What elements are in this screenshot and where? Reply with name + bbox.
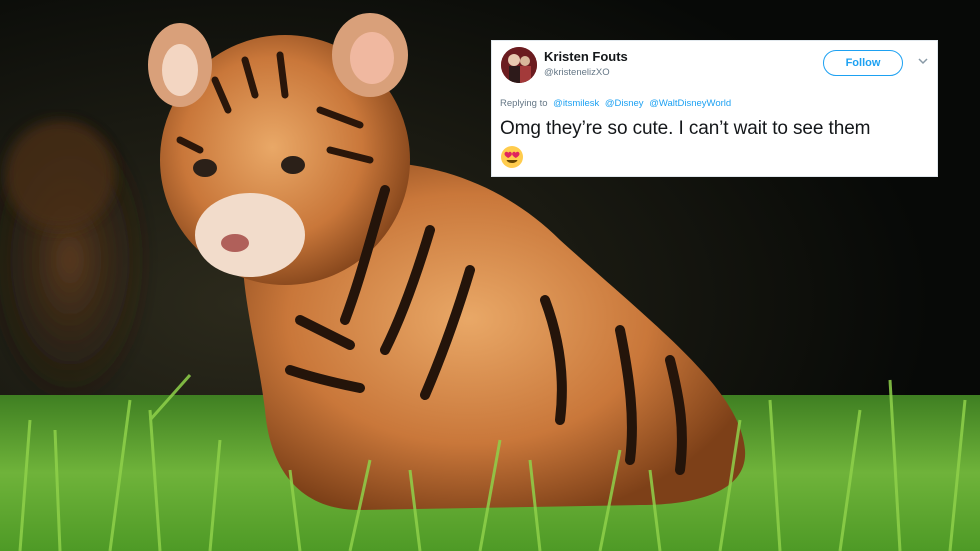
follow-button[interactable]: Follow xyxy=(823,50,903,76)
replying-prefix: Replying to xyxy=(500,98,548,109)
chevron-down-icon[interactable] xyxy=(917,56,929,66)
avatar[interactable] xyxy=(501,47,537,83)
heart-eyes-emoji-icon xyxy=(501,146,523,168)
user-handle[interactable]: @kristenelizXO xyxy=(544,67,610,78)
photo-scene: Kristen Fouts @kristenelizXO Follow Repl… xyxy=(0,0,980,551)
display-name[interactable]: Kristen Fouts xyxy=(544,49,628,64)
tweet-card: Kristen Fouts @kristenelizXO Follow Repl… xyxy=(491,40,938,177)
tweet-text: Omg they’re so cute. I can’t wait to see… xyxy=(500,118,871,139)
mention-link[interactable]: @WaltDisneyWorld xyxy=(649,98,731,109)
replying-to: Replying to @itsmilesk @Disney @WaltDisn… xyxy=(500,98,731,109)
mention-link[interactable]: @Disney xyxy=(605,98,644,109)
mention-link[interactable]: @itsmilesk xyxy=(553,98,599,109)
